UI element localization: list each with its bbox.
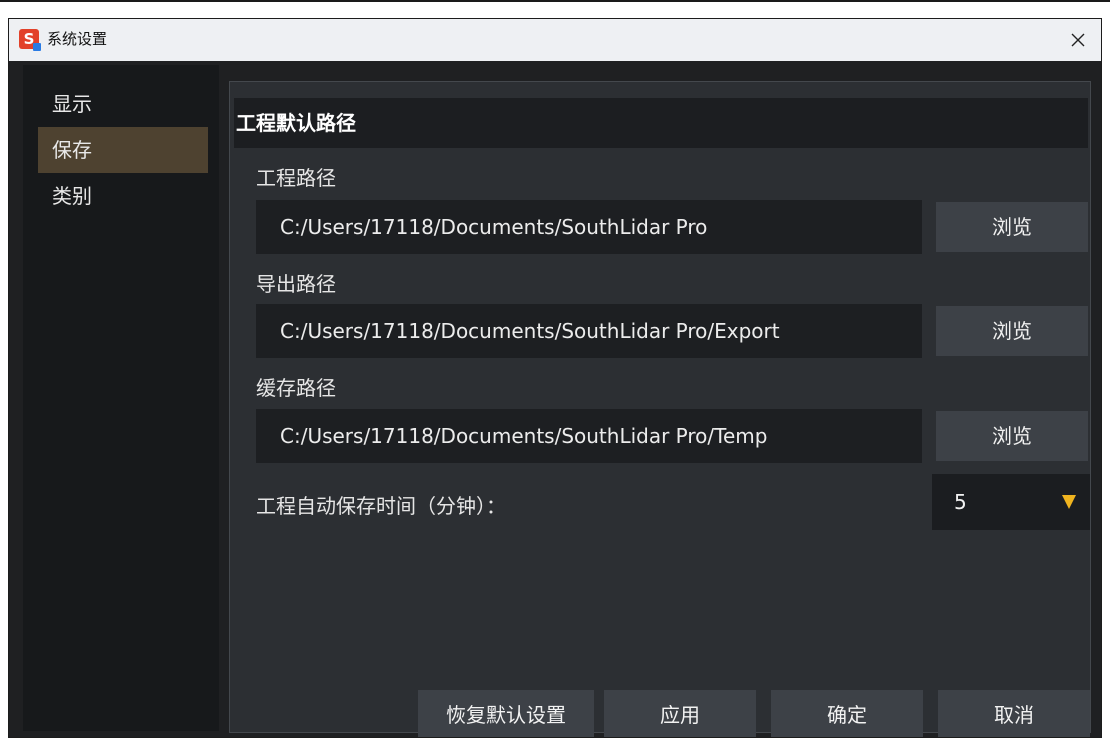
close-icon — [1071, 33, 1085, 47]
cancel-button[interactable]: 取消 — [938, 690, 1090, 737]
ok-button[interactable]: 确定 — [771, 690, 923, 737]
cache-path-input[interactable]: C:/Users/17118/Documents/SouthLidar Pro/… — [256, 409, 922, 463]
save-settings-panel: 工程默认路径 工程路径 C:/Users/17118/Documents/Sou… — [229, 81, 1091, 737]
screenshot-frame: S 系统设置 显示 保存 类别 工程默认路径 工程路径 C:/Users/171… — [0, 0, 1110, 742]
cache-path-browse-button[interactable]: 浏览 — [936, 411, 1088, 461]
project-path-label: 工程路径 — [256, 166, 336, 190]
autosave-interval-value: 5 — [954, 490, 967, 514]
apply-button[interactable]: 应用 — [604, 690, 756, 737]
sidebar-item-category[interactable]: 类别 — [38, 173, 208, 219]
settings-dialog: S 系统设置 显示 保存 类别 工程默认路径 工程路径 C:/Users/171… — [8, 18, 1102, 738]
export-path-label: 导出路径 — [256, 272, 336, 296]
app-logo-icon: S — [19, 29, 41, 51]
export-path-input[interactable]: C:/Users/17118/Documents/SouthLidar Pro/… — [256, 304, 922, 358]
title-bar[interactable]: S 系统设置 — [9, 19, 1101, 61]
sidebar-item-display[interactable]: 显示 — [38, 81, 208, 127]
project-path-browse-button[interactable]: 浏览 — [936, 202, 1088, 252]
restore-defaults-button[interactable]: 恢复默认设置 — [418, 690, 594, 737]
settings-sidebar: 显示 保存 类别 — [23, 65, 219, 731]
dropdown-arrow-icon — [1062, 495, 1076, 509]
sidebar-item-save[interactable]: 保存 — [38, 127, 208, 173]
export-path-browse-button[interactable]: 浏览 — [936, 306, 1088, 356]
autosave-interval-label: 工程自动保存时间（分钟）： — [256, 494, 506, 518]
cache-path-label: 缓存路径 — [256, 376, 336, 400]
section-title: 工程默认路径 — [234, 98, 1088, 148]
close-button[interactable] — [1055, 19, 1101, 61]
window-title: 系统设置 — [47, 30, 108, 48]
project-path-input[interactable]: C:/Users/17118/Documents/SouthLidar Pro — [256, 200, 922, 254]
autosave-interval-select[interactable]: 5 — [932, 474, 1090, 530]
